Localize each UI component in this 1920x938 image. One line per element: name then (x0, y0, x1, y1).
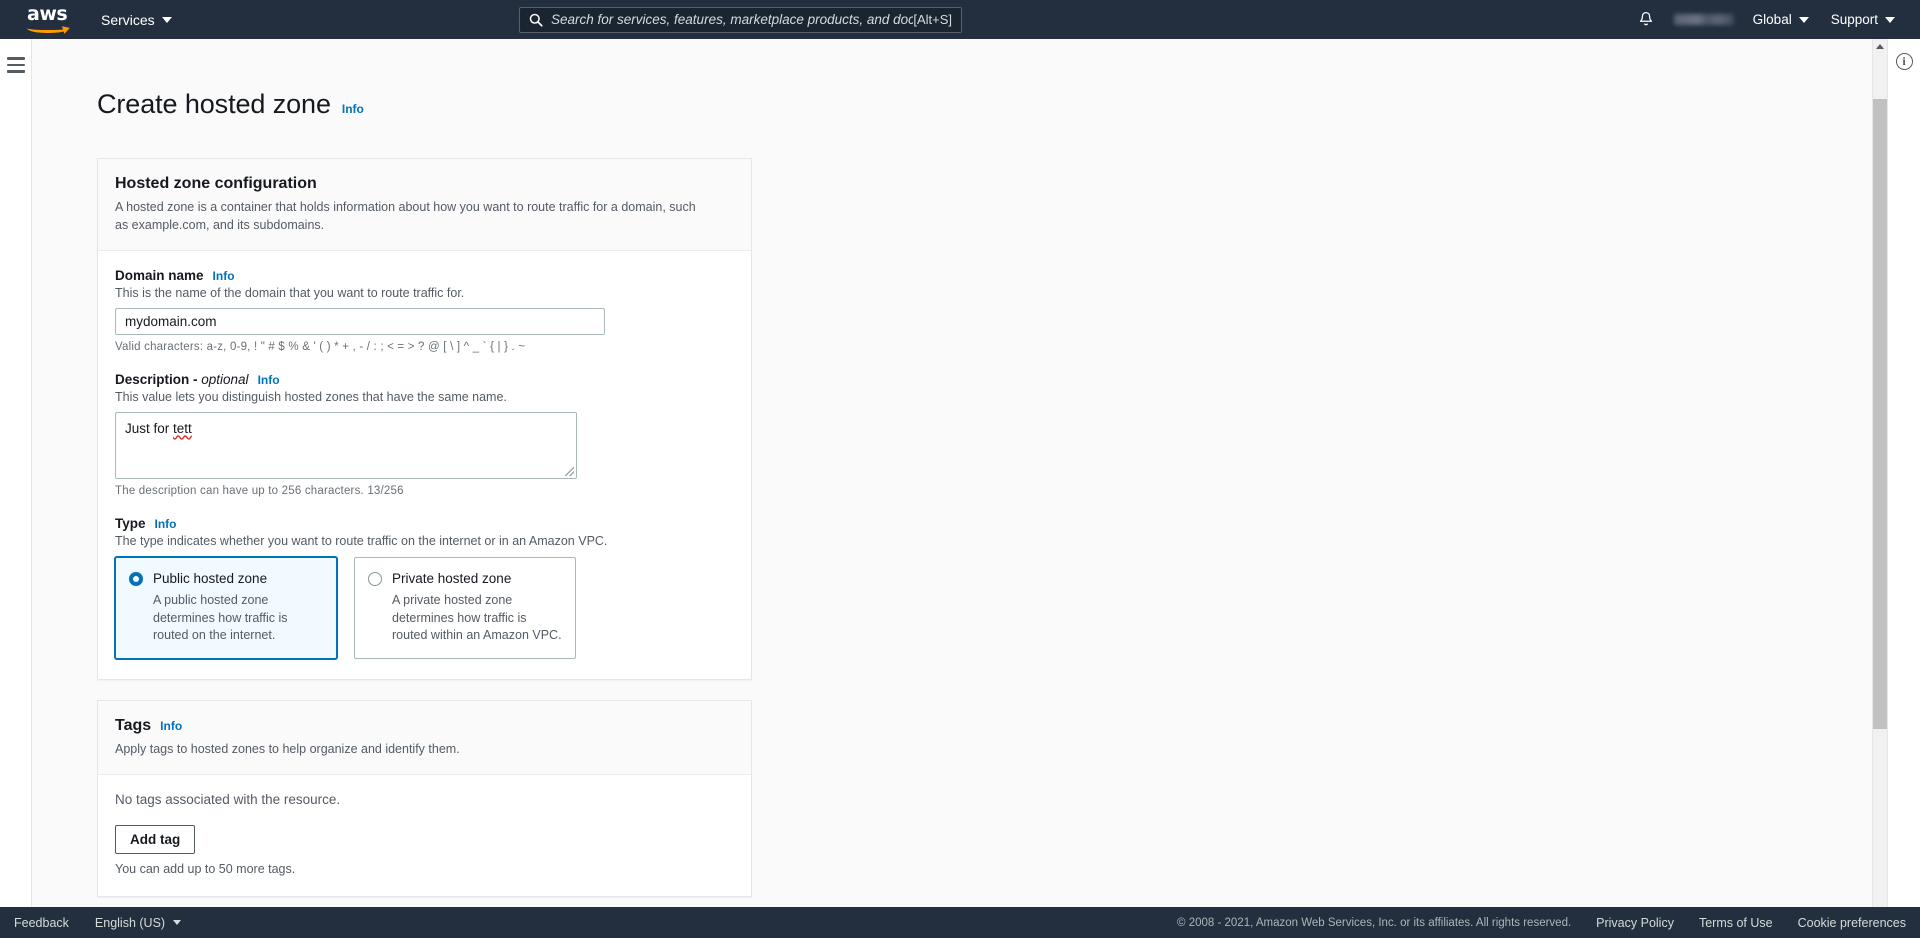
type-option-private-hosted-zone[interactable]: Private hosted zone A private hosted zon… (354, 557, 576, 659)
domain-name-hint: This is the name of the domain that you … (115, 286, 465, 301)
aws-logo-wordmark: aws (27, 2, 68, 25)
tags-card: Tags Info Apply tags to hosted zones to … (97, 699, 752, 898)
top-navigation-right-group: Global Support (1626, 0, 1920, 39)
services-menu-label: Services (101, 11, 155, 28)
chevron-down-icon (161, 16, 172, 23)
privacy-policy-link[interactable]: Privacy Policy (1596, 916, 1674, 930)
private-hosted-zone-title: Private hosted zone (392, 571, 512, 587)
scrollbar-thumb[interactable] (1873, 99, 1888, 729)
description-label-optional: optional (201, 372, 249, 388)
account-menu-redacted[interactable] (1673, 14, 1734, 25)
hosted-zone-configuration-card: Hosted zone configuration A hosted zone … (97, 158, 752, 680)
page-title: Create hosted zone (97, 89, 331, 120)
textarea-resize-handle[interactable] (565, 467, 574, 477)
tags-card-description: Apply tags to hosted zones to help organ… (115, 741, 460, 756)
configuration-card-body: Domain name Info This is the name of the… (98, 251, 751, 679)
type-info-link[interactable]: Info (155, 517, 177, 531)
support-menu-label: Support (1830, 12, 1878, 27)
description-label: Description - optional (115, 372, 249, 387)
language-selector-label: English (US) (94, 915, 166, 930)
info-circle-icon[interactable]: i (1895, 53, 1913, 70)
services-menu[interactable]: Services (101, 12, 172, 28)
public-hosted-zone-description: A public hosted zone determines how traf… (153, 593, 288, 643)
domain-name-info-link[interactable]: Info (213, 269, 235, 283)
app-body: Create hosted zone Info Hosted zone conf… (0, 39, 1920, 907)
region-menu-label: Global (1752, 12, 1792, 27)
private-hosted-zone-description: A private hosted zone determines how tra… (392, 593, 562, 643)
description-text-misspelled: tett (173, 421, 192, 437)
tags-card-header: Tags Info Apply tags to hosted zones to … (98, 700, 751, 776)
search-icon (529, 13, 543, 27)
cookie-preferences-link[interactable]: Cookie preferences (1798, 916, 1906, 930)
top-navigation-bar: aws Services Search for services, featur… (0, 0, 1920, 39)
copyright-text: © 2008 - 2021, Amazon Web Services, Inc.… (1177, 916, 1572, 929)
type-radio-group: Public hosted zone A public hosted zone … (115, 557, 734, 659)
chevron-down-icon (1885, 16, 1895, 23)
global-search-placeholder: Search for services, features, marketpla… (551, 12, 914, 27)
right-help-rail: i (1887, 39, 1920, 907)
tags-card-body: No tags associated with the resource. Ad… (98, 775, 751, 896)
tags-empty-message: No tags associated with the resource. (115, 792, 341, 808)
type-label: Type (115, 516, 146, 532)
notifications-bell-icon[interactable] (1626, 11, 1666, 28)
description-textarea[interactable]: Just for tett (115, 412, 577, 480)
region-menu[interactable]: Global (1742, 12, 1820, 27)
description-label-main: Description - (115, 372, 202, 388)
chevron-down-icon (1798, 16, 1809, 23)
hamburger-menu-icon[interactable] (6, 57, 25, 73)
feedback-link[interactable]: Feedback (14, 916, 69, 930)
language-selector[interactable]: English (US) (94, 915, 182, 930)
radio-selected-icon[interactable] (129, 572, 143, 587)
aws-logo[interactable]: aws (26, 2, 72, 34)
terms-of-use-link[interactable]: Terms of Use (1699, 916, 1773, 930)
scroll-up-arrow-icon[interactable] (1876, 44, 1884, 49)
type-option-public-hosted-zone[interactable]: Public hosted zone A public hosted zone … (115, 557, 337, 659)
chevron-down-icon (173, 920, 182, 925)
content-scrollbar[interactable] (1872, 39, 1888, 907)
tags-card-title: Tags (115, 716, 152, 734)
tags-limit-message: You can add up to 50 more tags. (115, 862, 296, 877)
type-field: Type Info The type indicates whether you… (115, 516, 734, 659)
tags-info-link[interactable]: Info (160, 719, 182, 733)
page-header: Create hosted zone Info (32, 39, 1920, 138)
type-hint: The type indicates whether you want to r… (115, 534, 608, 549)
description-info-link[interactable]: Info (258, 373, 280, 387)
configuration-card-description: A hosted zone is a container that holds … (115, 200, 696, 233)
aws-logo-smile-icon (27, 23, 69, 33)
configuration-card-header: Hosted zone configuration A hosted zone … (98, 159, 751, 252)
description-text-plain: Just for (125, 421, 174, 437)
public-hosted-zone-title: Public hosted zone (153, 571, 268, 587)
add-tag-button[interactable]: Add tag (115, 825, 196, 855)
domain-name-valid-characters: Valid characters: a-z, 0-9, ! " # $ % & … (115, 341, 526, 354)
page-footer: Feedback English (US) © 2008 - 2021, Ama… (0, 907, 1920, 938)
main-content: Create hosted zone Info Hosted zone conf… (32, 39, 1920, 907)
domain-name-field: Domain name Info This is the name of the… (115, 268, 734, 353)
search-shortcut-hint: [Alt+S] (913, 12, 952, 27)
description-character-counter: The description can have up to 256 chara… (115, 485, 404, 498)
create-hosted-zone-form: Hosted zone configuration A hosted zone … (32, 138, 1920, 907)
left-navigation-rail (0, 39, 32, 907)
domain-name-label: Domain name (115, 268, 204, 284)
support-menu[interactable]: Support (1820, 12, 1906, 27)
description-field: Description - optional Info This value l… (115, 372, 734, 497)
page-info-link[interactable]: Info (342, 102, 364, 116)
domain-name-input[interactable]: mydomain.com (115, 308, 605, 336)
configuration-card-title: Hosted zone configuration (115, 175, 317, 193)
global-search-box[interactable]: Search for services, features, marketpla… (519, 6, 962, 33)
radio-unselected-icon[interactable] (368, 572, 382, 587)
description-hint: This value lets you distinguish hosted z… (115, 390, 507, 405)
